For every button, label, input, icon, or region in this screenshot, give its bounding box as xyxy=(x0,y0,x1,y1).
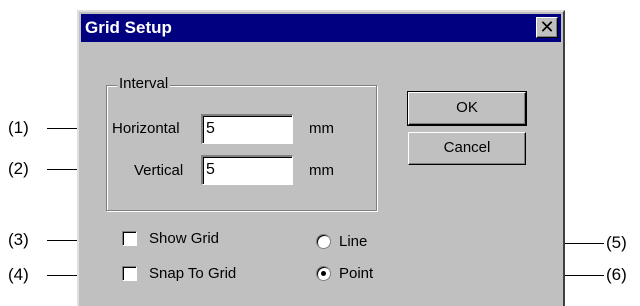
horizontal-input[interactable]: 5 xyxy=(201,114,293,144)
close-icon: ✕ xyxy=(539,17,555,38)
ok-button[interactable]: OK xyxy=(407,91,527,126)
vertical-label: Vertical xyxy=(134,162,184,179)
point-radio-dot xyxy=(321,271,326,276)
point-radio[interactable] xyxy=(316,266,331,281)
vertical-unit: mm xyxy=(309,162,334,179)
callout-1: (1) xyxy=(8,118,29,137)
show-grid-checkbox[interactable] xyxy=(122,231,137,246)
snap-to-grid-checkbox[interactable] xyxy=(122,266,137,281)
interval-groupbox xyxy=(106,85,377,211)
dialog-title: Grid Setup xyxy=(85,18,172,37)
point-label: Point xyxy=(339,265,374,282)
line-label: Line xyxy=(339,233,368,250)
horizontal-unit: mm xyxy=(309,120,334,137)
vertical-input[interactable]: 5 xyxy=(201,155,293,185)
horizontal-label: Horizontal xyxy=(112,120,180,137)
line-radio[interactable] xyxy=(316,234,331,249)
callout-3: (3) xyxy=(8,230,29,249)
callout-5: (5) xyxy=(606,233,627,252)
callout-4: (4) xyxy=(8,265,29,284)
callout-6: (6) xyxy=(606,265,627,284)
title-bar: Grid Setup ✕ xyxy=(81,14,561,42)
cancel-button[interactable]: Cancel xyxy=(408,132,526,165)
show-grid-label: Show Grid xyxy=(149,230,220,247)
snap-to-grid-label: Snap To Grid xyxy=(149,265,237,282)
callout-2: (2) xyxy=(8,159,29,178)
close-button[interactable]: ✕ xyxy=(536,17,558,38)
grid-setup-dialog: Grid Setup ✕ Interval Horizontal 5 mm Ve… xyxy=(77,10,565,306)
interval-group-label: Interval xyxy=(117,74,171,94)
